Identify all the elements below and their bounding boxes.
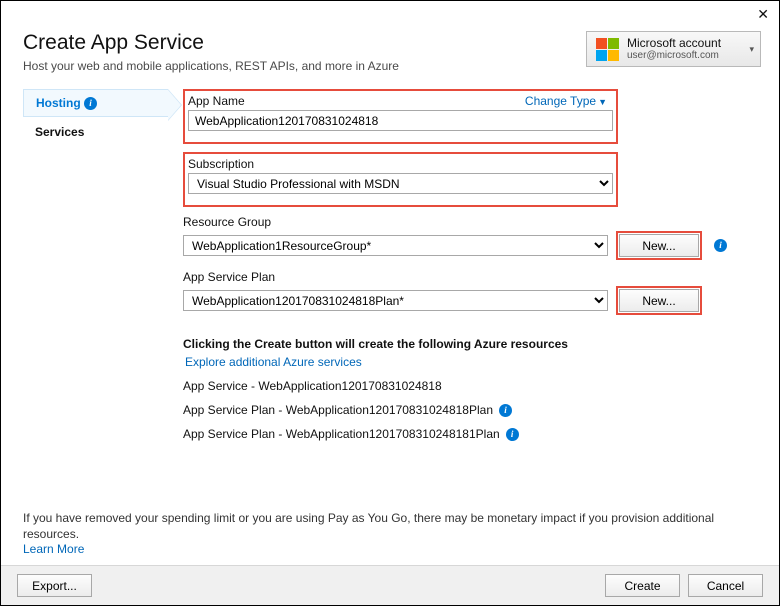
app-service-plan-select[interactable]: WebApplication120170831024818Plan* [183, 290, 608, 311]
page-subtitle: Host your web and mobile applications, R… [23, 59, 399, 73]
account-picker[interactable]: Microsoft account user@microsoft.com ▾ [586, 31, 761, 67]
info-icon[interactable]: i [714, 239, 727, 252]
resource-group-select[interactable]: WebApplication1ResourceGroup* [183, 235, 608, 256]
create-button[interactable]: Create [605, 574, 680, 597]
highlight-new-plan: New... [616, 286, 702, 315]
change-type-link[interactable]: Change Type▼ [525, 94, 607, 108]
footer-note: If you have removed your spending limit … [23, 511, 757, 558]
app-service-plan-label: App Service Plan [183, 270, 761, 284]
resource-line-3: App Service Plan - WebApplication1201708… [183, 427, 500, 441]
button-bar: Export... Create Cancel [1, 565, 779, 605]
subscription-label: Subscription [188, 157, 613, 171]
tab-hosting[interactable]: Hosting i [23, 89, 168, 117]
account-name: Microsoft account [627, 36, 721, 50]
resource-line-1: App Service - WebApplication120170831024… [183, 379, 442, 393]
learn-more-link[interactable]: Learn More [23, 542, 84, 556]
explore-services-link[interactable]: Explore additional Azure services [185, 355, 761, 369]
tab-services-label: Services [35, 125, 84, 139]
resource-line-2: App Service Plan - WebApplication1201708… [183, 403, 493, 417]
subscription-select[interactable]: Visual Studio Professional with MSDN [188, 173, 613, 194]
new-app-service-plan-button[interactable]: New... [619, 289, 699, 312]
close-icon[interactable]: ✕ [757, 7, 769, 21]
microsoft-logo-icon [595, 37, 619, 61]
side-tabs: Hosting i Services [23, 85, 183, 451]
dialog-header: Create App Service Host your web and mob… [1, 1, 779, 79]
highlight-app-name: App Name Change Type▼ [183, 89, 618, 144]
info-icon[interactable]: i [499, 404, 512, 417]
app-name-input[interactable] [188, 110, 613, 131]
tab-hosting-label: Hosting [36, 96, 81, 110]
chevron-down-icon: ▾ [749, 44, 754, 55]
cancel-button[interactable]: Cancel [688, 574, 763, 597]
chevron-down-icon: ▼ [598, 97, 607, 107]
highlight-new-rg: New... [616, 231, 702, 260]
highlight-subscription: Subscription Visual Studio Professional … [183, 152, 618, 207]
export-button[interactable]: Export... [17, 574, 92, 597]
info-icon: i [84, 97, 97, 110]
tab-services[interactable]: Services [23, 119, 183, 145]
resource-group-label: Resource Group [183, 215, 761, 229]
page-title: Create App Service [23, 31, 399, 55]
new-resource-group-button[interactable]: New... [619, 234, 699, 257]
resources-summary: Clicking the Create button will create t… [183, 337, 761, 441]
info-icon[interactable]: i [506, 428, 519, 441]
account-email: user@microsoft.com [627, 50, 721, 62]
resources-heading: Clicking the Create button will create t… [183, 337, 761, 351]
